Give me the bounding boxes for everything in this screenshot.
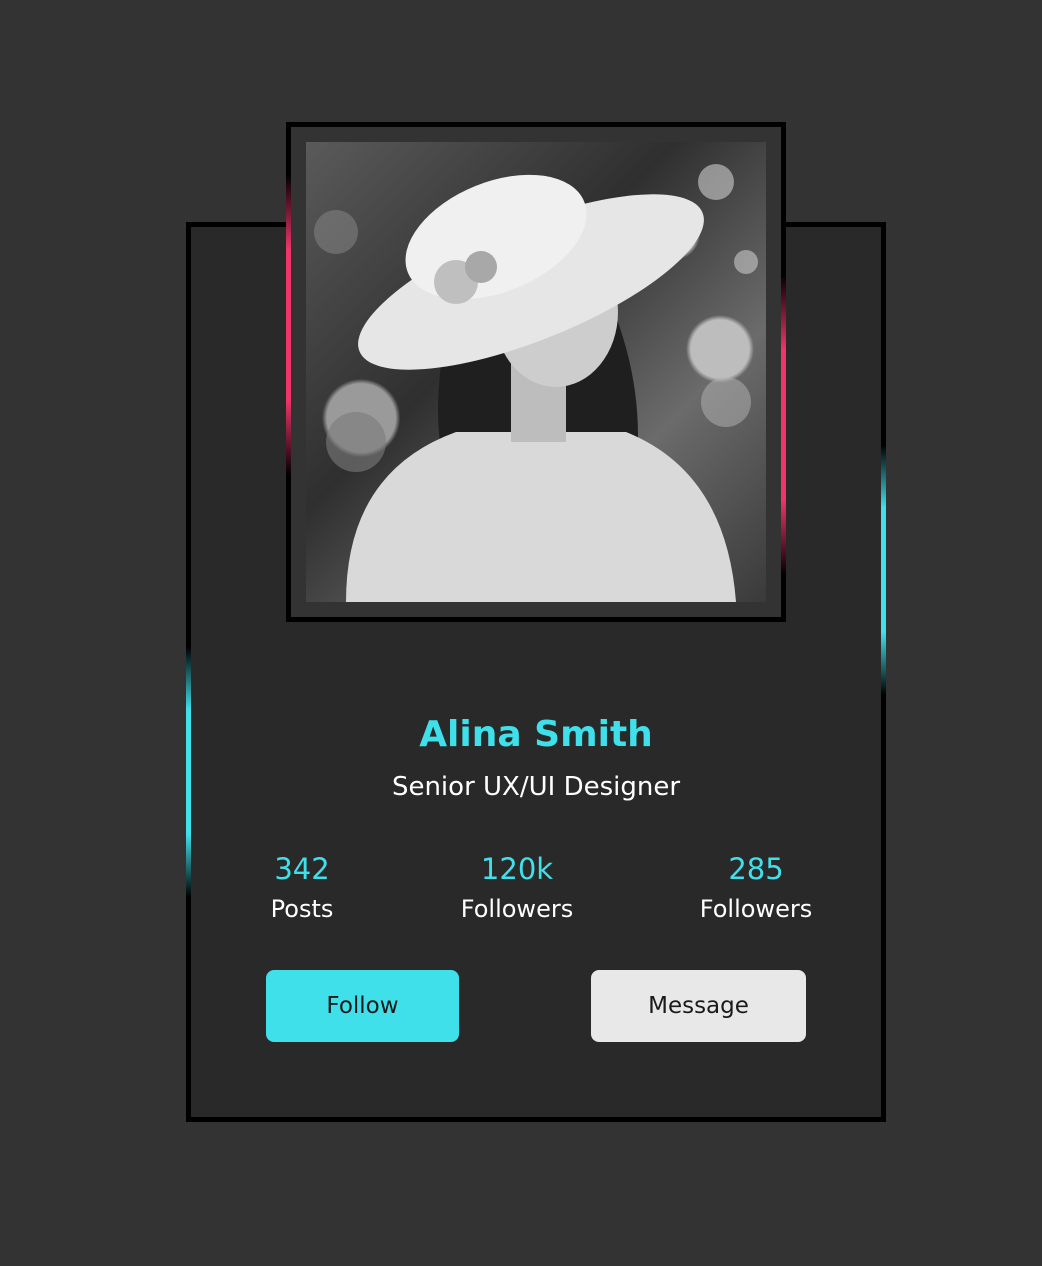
stat-following-value: 285 bbox=[728, 852, 784, 886]
stat-posts-value: 342 bbox=[274, 852, 330, 886]
message-button[interactable]: Message bbox=[591, 970, 806, 1042]
stat-followers-value: 120k bbox=[480, 852, 554, 886]
follow-button[interactable]: Follow bbox=[266, 970, 459, 1042]
profile-title: Senior UX/UI Designer bbox=[391, 772, 681, 802]
stat-followers-label: Followers bbox=[460, 895, 574, 923]
profile-name: Alina Smith bbox=[419, 714, 653, 755]
avatar-photo bbox=[306, 142, 766, 602]
avatar-frame bbox=[286, 122, 786, 622]
frame-accent-left bbox=[286, 175, 291, 475]
portrait-illustration bbox=[314, 164, 758, 602]
frame-accent-right bbox=[781, 275, 786, 575]
stat-posts: 342 Posts bbox=[222, 849, 382, 929]
stat-following: 285 Followers bbox=[676, 849, 836, 929]
stat-following-label: Followers bbox=[699, 895, 813, 923]
stat-followers: 120k Followers bbox=[437, 849, 597, 929]
card-accent-right bbox=[881, 445, 886, 695]
stat-posts-label: Posts bbox=[270, 895, 334, 923]
